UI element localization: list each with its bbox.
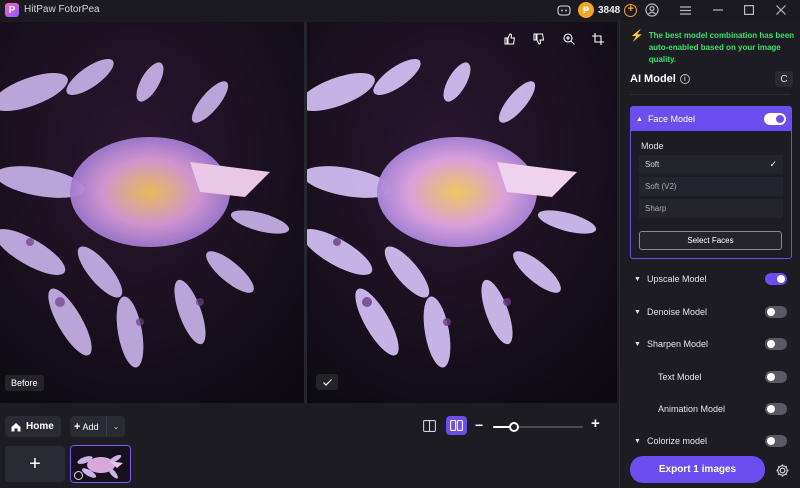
- add-credit-icon[interactable]: +: [624, 3, 638, 17]
- mode-option-soft-v2[interactable]: Soft (V2): [639, 177, 783, 197]
- model-toggle[interactable]: [765, 435, 787, 447]
- title-bar: P HitPaw FotorPea ₱ 3848 +: [0, 0, 800, 20]
- credit-balance[interactable]: ₱ 3848 +: [578, 1, 638, 19]
- discord-icon[interactable]: [556, 2, 572, 18]
- mode-label: Mode: [641, 141, 664, 151]
- caret-down-icon[interactable]: ▼: [634, 276, 642, 283]
- caret-up-icon: ▲: [636, 115, 643, 123]
- model-row-upscale-model[interactable]: ▼ Upscale Model: [634, 272, 787, 286]
- account-icon[interactable]: [644, 2, 660, 18]
- crop-icon[interactable]: [590, 31, 606, 47]
- close-icon[interactable]: [773, 2, 789, 18]
- mode-option-label: Soft: [645, 160, 660, 169]
- model-toggle[interactable]: [765, 403, 787, 415]
- caret-down-icon[interactable]: ▼: [634, 341, 642, 348]
- add-label: Add: [82, 421, 99, 432]
- model-toggle[interactable]: [765, 306, 787, 318]
- zoom-slider[interactable]: [493, 426, 583, 428]
- refresh-icon: C: [780, 73, 788, 85]
- check-icon: ✓: [769, 159, 777, 169]
- clock-icon: [74, 471, 83, 480]
- after-image-panel[interactable]: [307, 22, 617, 403]
- reset-button[interactable]: C: [775, 71, 793, 87]
- zoom-in-button[interactable]: +: [591, 415, 600, 432]
- model-toggle[interactable]: [765, 338, 787, 350]
- model-row-sharpen-model[interactable]: ▼ Sharpen Model: [634, 337, 787, 351]
- settings-sidebar: ⚡ The best model combination has been au…: [619, 20, 800, 488]
- lightning-icon: ⚡: [630, 30, 644, 42]
- mode-option-sharp[interactable]: Sharp: [639, 199, 783, 219]
- maximize-icon[interactable]: [741, 2, 757, 18]
- home-button[interactable]: Home: [5, 416, 61, 437]
- model-label: Sharpen Model: [647, 339, 709, 349]
- add-main[interactable]: + Add: [70, 416, 107, 437]
- app-logo: P: [5, 3, 19, 17]
- bottom-toolbar: Home + Add ⌄ + − +: [0, 405, 617, 488]
- zoom-slider-handle[interactable]: [509, 422, 519, 432]
- plus-icon: +: [74, 420, 81, 433]
- model-label: Colorize model: [647, 436, 708, 446]
- ai-model-title: AI Model: [630, 73, 676, 85]
- divider: [630, 94, 791, 95]
- minimize-icon[interactable]: [710, 2, 726, 18]
- mode-option-soft[interactable]: Soft ✓: [639, 155, 783, 175]
- model-label: Denoise Model: [647, 307, 708, 317]
- before-image: [0, 22, 304, 403]
- image-thumbnail[interactable]: [70, 445, 131, 483]
- add-button[interactable]: + Add ⌄: [70, 416, 125, 437]
- caret-down-icon[interactable]: ▼: [634, 438, 642, 445]
- gear-icon[interactable]: [774, 462, 790, 478]
- after-image: [307, 22, 617, 403]
- coin-icon: ₱: [578, 2, 594, 18]
- export-button[interactable]: Export 1 images: [630, 456, 765, 483]
- info-icon[interactable]: i: [679, 74, 690, 84]
- face-model-toggle[interactable]: [764, 113, 786, 125]
- select-faces-button[interactable]: Select Faces: [639, 231, 782, 250]
- model-toggle[interactable]: [765, 371, 787, 383]
- auto-enable-tip: ⚡ The best model combination has been au…: [630, 30, 796, 66]
- zoom-in-icon[interactable]: [561, 31, 577, 47]
- zoom-out-button[interactable]: −: [475, 417, 483, 433]
- app-title: HitPaw FotorPea: [24, 4, 100, 15]
- caret-down-icon[interactable]: ▼: [634, 309, 642, 316]
- home-icon: [11, 422, 21, 431]
- thumbs-up-icon[interactable]: [502, 31, 518, 47]
- model-row-colorize-model[interactable]: ▼ Colorize model: [634, 434, 787, 448]
- side-by-side-button[interactable]: [446, 416, 467, 435]
- model-toggle[interactable]: [765, 273, 787, 285]
- face-model-label: Face Model: [647, 114, 695, 124]
- section-title: AI Model i: [630, 73, 690, 85]
- model-row-text-model[interactable]: Text Model: [634, 370, 787, 384]
- model-label: Animation Model: [658, 404, 726, 414]
- model-row-animation-model[interactable]: Animation Model: [634, 402, 787, 416]
- face-model-panel: ▲ Face Model Mode Soft ✓ Soft (V2) Sharp…: [630, 106, 792, 259]
- credit-count: 3848: [598, 4, 621, 16]
- before-label: Before: [5, 375, 44, 391]
- mode-option-label: Sharp: [645, 204, 667, 213]
- model-label: Text Model: [658, 372, 702, 382]
- tip-text: The best model combination has been auto…: [648, 31, 795, 64]
- chevron-down-icon[interactable]: ⌄: [107, 422, 125, 431]
- add-image-tile[interactable]: +: [5, 446, 65, 482]
- split-view-icon: [423, 419, 436, 432]
- mode-option-label: Soft (V2): [645, 182, 677, 191]
- check-icon[interactable]: [316, 374, 338, 390]
- before-image-panel[interactable]: [0, 22, 304, 403]
- menu-icon[interactable]: [677, 2, 693, 18]
- thumbs-down-icon[interactable]: [531, 31, 547, 47]
- split-view-button[interactable]: [419, 416, 440, 435]
- home-label: Home: [26, 421, 54, 432]
- side-by-side-icon: [450, 420, 463, 431]
- app-window: P HitPaw FotorPea ₱ 3848 + Before Home +…: [0, 0, 800, 488]
- model-row-denoise-model[interactable]: ▼ Denoise Model: [634, 305, 787, 319]
- model-label: Upscale Model: [647, 274, 707, 284]
- face-model-header[interactable]: ▲ Face Model: [631, 107, 791, 131]
